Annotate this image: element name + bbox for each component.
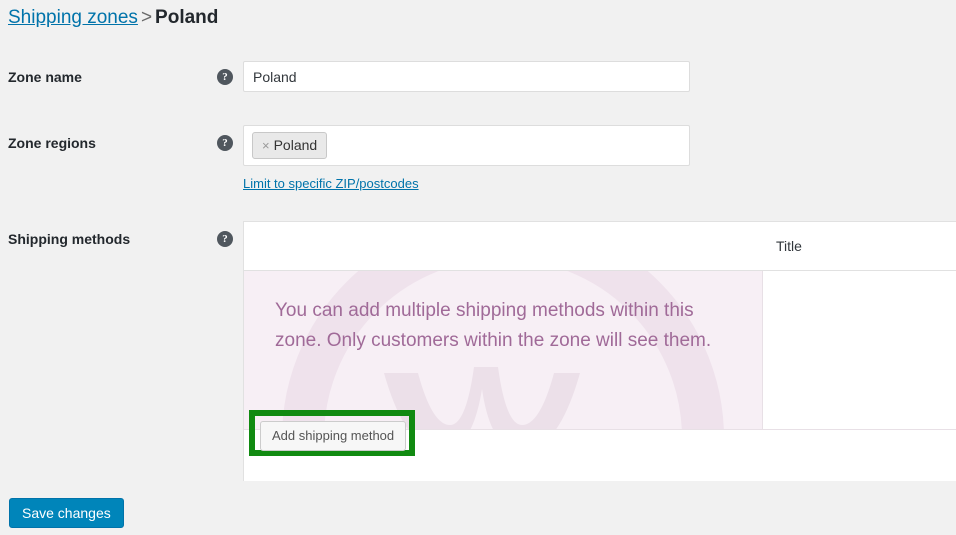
region-chip-poland[interactable]: × Poland [252,132,328,159]
region-chip-label: Poland [273,137,318,153]
table-body: You can add multiple shipping methods wi… [244,271,956,429]
zone-regions-input[interactable]: × Poland [243,125,690,166]
zone-regions-label: Zone regions [8,135,96,151]
shipping-methods-label: Shipping methods [8,231,131,247]
shipping-methods-table: Title You can add multiple shipping meth… [243,221,956,481]
limit-to-postcodes-link[interactable]: Limit to specific ZIP/postcodes [243,175,419,192]
table-footer-row: Add shipping method [244,410,956,480]
breadcrumb-link-shipping-zones[interactable]: Shipping zones [8,7,138,28]
add-shipping-method-button[interactable]: Add shipping method [260,421,407,451]
breadcrumb-separator: > [140,7,153,28]
table-header-row: Title [244,222,956,271]
empty-state-message: You can add multiple shipping methods wi… [275,300,712,351]
save-changes-button[interactable]: Save changes [9,498,124,528]
empty-title-cell [762,271,956,429]
zone-name-label: Zone name [8,69,82,85]
breadcrumb-current-zone: Poland [155,7,219,28]
zone-name-input[interactable] [243,61,690,92]
column-header-title: Title [776,238,802,254]
empty-state-cell: You can add multiple shipping methods wi… [244,271,762,429]
help-icon[interactable]: ? [217,231,233,247]
help-icon[interactable]: ? [217,69,233,85]
breadcrumb: Shipping zones > Poland [8,6,218,30]
remove-region-icon[interactable]: × [262,138,270,153]
help-icon[interactable]: ? [217,135,233,151]
